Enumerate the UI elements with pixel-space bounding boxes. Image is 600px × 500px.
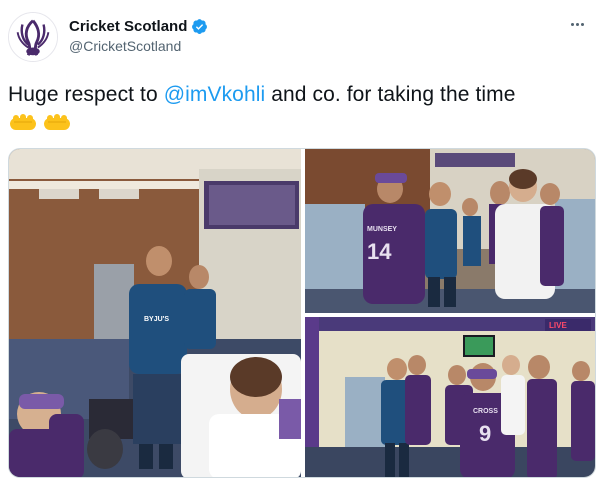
photo-scotland-player-14[interactable]: 14 MUNSEY: [305, 149, 595, 313]
tweet-card: Cricket Scotland @CricketScotland Huge r…: [0, 0, 600, 500]
svg-text:9: 9: [479, 421, 491, 446]
more-options-icon[interactable]: [564, 14, 590, 34]
tweet-text-before: Huge respect to: [8, 83, 164, 106]
mention-link[interactable]: @imVkohli: [164, 83, 266, 106]
svg-text:LIVE: LIVE: [549, 321, 567, 330]
display-name[interactable]: Cricket Scotland: [69, 18, 187, 35]
name-row: Cricket Scotland: [69, 16, 208, 36]
thistle-logo-icon: [9, 13, 57, 61]
emoji-row: [8, 112, 72, 132]
hand-emoji-icon: [10, 114, 36, 130]
tweet-text: Huge respect to @imVkohli and co. for ta…: [8, 82, 516, 108]
profile-avatar[interactable]: [8, 12, 58, 62]
verified-badge-icon: [191, 18, 208, 35]
tweet-text-after: and co. for taking the time: [265, 83, 516, 106]
photo-scotland-player-9[interactable]: LIVE CROSS 9: [305, 317, 595, 477]
svg-text:14: 14: [367, 239, 392, 264]
svg-text:CROSS: CROSS: [473, 408, 498, 415]
photo-dressing-room-kohli[interactable]: BYJU'S: [9, 149, 301, 477]
media-grid: BYJU'S 14 MUNSEY LIVE CROSS 9: [8, 148, 596, 478]
svg-text:MUNSEY: MUNSEY: [367, 226, 397, 233]
svg-text:BYJU'S: BYJU'S: [144, 316, 169, 323]
account-handle[interactable]: @CricketScotland: [69, 38, 181, 54]
hand-emoji-icon: [44, 114, 70, 130]
